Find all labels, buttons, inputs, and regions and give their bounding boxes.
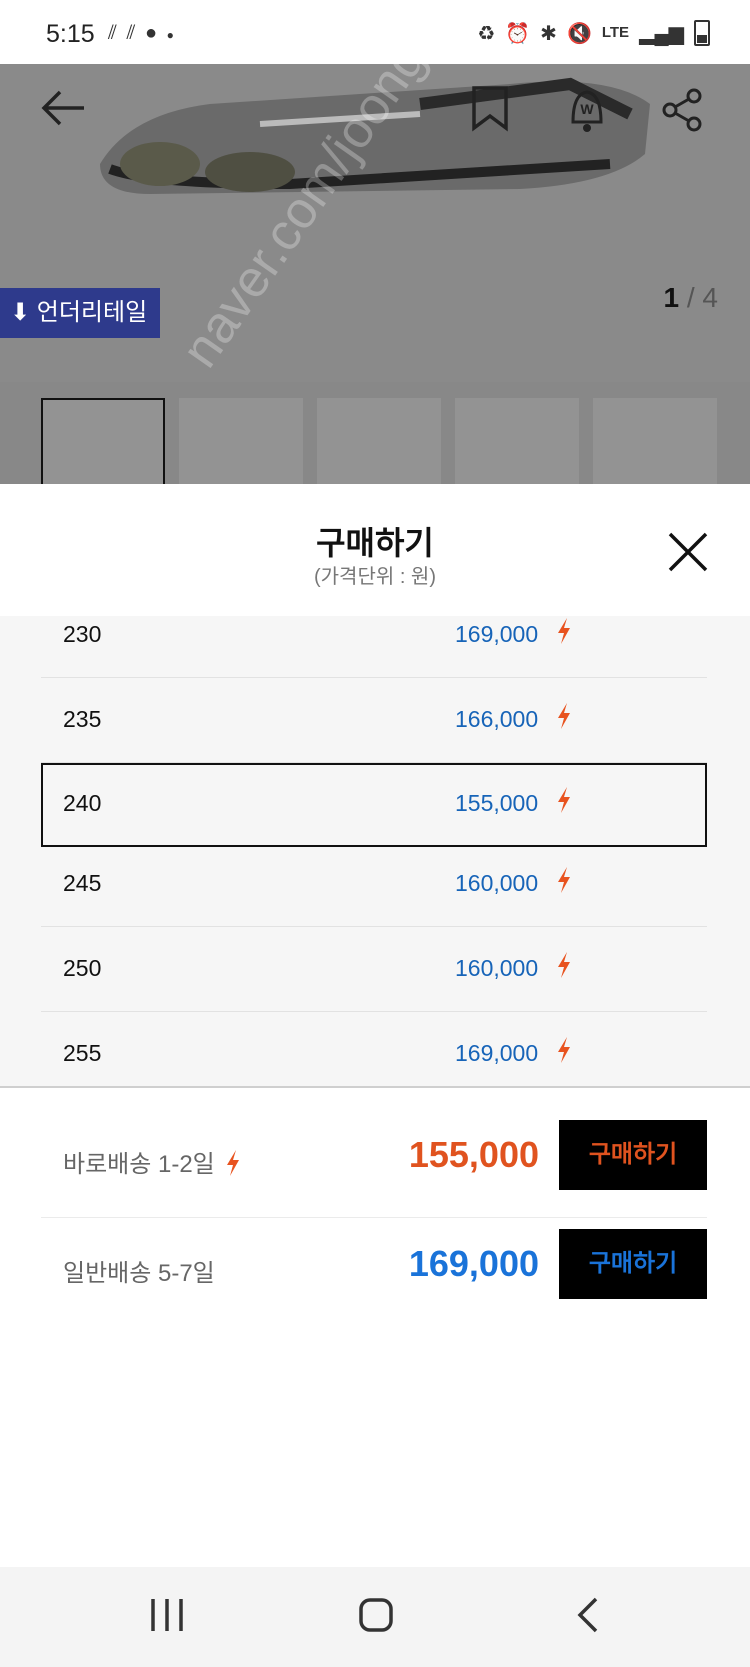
thumbnail-5[interactable]	[593, 398, 717, 484]
size-price: 169,000	[455, 1040, 539, 1066]
signal-slash-icon: ⫽	[108, 22, 119, 44]
recycle-icon: ♻	[477, 22, 496, 45]
size-label: 245	[63, 870, 102, 896]
lightning-icon	[558, 787, 570, 813]
express-price: 155,000	[408, 1134, 539, 1175]
bookmark-icon[interactable]	[470, 84, 510, 132]
standard-shipping-label: 일반배송 5-7일	[63, 1260, 215, 1287]
image-counter-separator: /	[679, 282, 703, 313]
lightning-icon	[558, 618, 570, 644]
size-row-240-selected[interactable]: 240 155,000	[41, 763, 707, 847]
size-price: 166,000	[455, 706, 539, 732]
price-alert-bell-icon[interactable]: W	[565, 84, 609, 134]
size-price: 160,000	[455, 955, 539, 981]
image-counter-current: 1	[663, 282, 680, 313]
list-divider	[0, 1086, 750, 1088]
size-row-230[interactable]: 230 169,000	[41, 616, 707, 678]
product-image-area: W ⬇ 언더리테일 1 / 4 naver.com/joonggonara	[0, 64, 750, 484]
size-label: 255	[63, 1040, 102, 1066]
app-icon: ●	[144, 22, 160, 44]
thumbnail-strip	[0, 382, 750, 484]
svg-text:W: W	[580, 101, 594, 117]
size-label: 250	[63, 955, 102, 981]
sheet-title: 구매하기	[316, 525, 434, 561]
size-row-235[interactable]: 235 166,000	[41, 679, 707, 763]
thumbnail-1[interactable]	[41, 398, 165, 484]
bluetooth-icon: ✱	[540, 22, 557, 45]
express-buy-button[interactable]: 구매하기	[559, 1120, 707, 1190]
purchase-sheet: 구매하기 (가격단위 : 원) 230 169,000 235 166,000 …	[0, 484, 750, 1667]
express-purchase-option: 바로배송 1-2일 155,000 구매하기	[41, 1104, 707, 1212]
size-label: 230	[63, 621, 102, 647]
share-icon[interactable]	[660, 88, 704, 132]
signal-slash-icon: ⫽	[126, 22, 138, 44]
image-counter-total: 4	[702, 282, 718, 313]
size-price: 169,000	[455, 621, 539, 647]
underdetail-badge[interactable]: ⬇ 언더리테일	[0, 288, 160, 338]
mute-icon: 🔇	[566, 22, 592, 45]
size-row-245[interactable]: 245 160,000	[41, 843, 707, 927]
image-counter: 1 / 4	[664, 282, 719, 314]
recent-apps-icon[interactable]	[150, 1597, 184, 1633]
lightning-icon	[558, 703, 570, 729]
size-price: 155,000	[455, 790, 539, 816]
size-price: 160,000	[455, 870, 539, 896]
close-icon[interactable]	[666, 530, 710, 574]
size-label: 235	[63, 706, 102, 732]
signal-icon: ▂▄▆	[639, 22, 684, 45]
system-icons: ♻ ⏰ ✱ 🔇 LTE ▂▄▆	[477, 20, 710, 46]
alarm-icon: ⏰	[505, 22, 531, 45]
size-row-255[interactable]: 255 169,000	[41, 1013, 707, 1086]
size-row-250[interactable]: 250 160,000	[41, 928, 707, 1012]
status-time: 5:15	[46, 20, 95, 48]
thumbnail-4[interactable]	[455, 398, 579, 484]
dot-icon: ●	[166, 28, 176, 42]
standard-price: 169,000	[408, 1243, 539, 1284]
size-label: 240	[63, 790, 102, 816]
system-nav-bar	[0, 1567, 750, 1667]
lightning-icon	[558, 1037, 570, 1063]
notification-icons: ⫽ ⫽ ● ●	[108, 22, 176, 45]
back-nav-icon[interactable]	[576, 1597, 600, 1633]
thumbnail-2[interactable]	[179, 398, 303, 484]
lightning-icon	[227, 1150, 240, 1176]
battery-icon	[694, 20, 710, 46]
lightning-icon	[558, 867, 570, 893]
thumbnail-3[interactable]	[317, 398, 441, 484]
express-shipping-label: 바로배송 1-2일	[63, 1144, 241, 1179]
home-icon[interactable]	[358, 1597, 394, 1633]
status-bar: 5:15 ⫽ ⫽ ● ● ♻ ⏰ ✱ 🔇 LTE ▂▄▆	[0, 0, 750, 64]
lte-icon: LTE	[601, 24, 630, 41]
sheet-header: 구매하기 (가격단위 : 원)	[0, 484, 750, 616]
back-arrow-icon[interactable]	[40, 88, 86, 128]
size-list: 230 169,000 235 166,000 240 155,000 245 …	[0, 616, 750, 1086]
price-unit-note: (가격단위 : 원)	[314, 566, 436, 588]
standard-buy-button[interactable]: 구매하기	[559, 1229, 707, 1299]
standard-purchase-option: 일반배송 5-7일 169,000 구매하기	[41, 1213, 707, 1321]
lightning-icon	[558, 952, 570, 978]
